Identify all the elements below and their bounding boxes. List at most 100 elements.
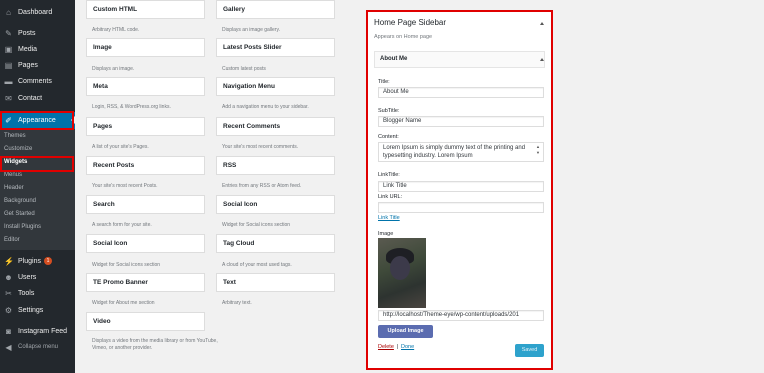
comment-icon: ▬ [4, 76, 13, 86]
widget-tile[interactable]: TE Promo Banner [86, 273, 205, 292]
active-arrow-icon [71, 116, 75, 124]
submenu-background[interactable]: Background [0, 195, 75, 207]
menu-pages[interactable]: ▤ Pages [0, 57, 75, 73]
widget-tile[interactable]: Recent Posts [86, 156, 205, 175]
menu-contact[interactable]: ✉ Contact [0, 90, 75, 106]
widget-tile[interactable]: Image [86, 38, 205, 57]
menu-label: Settings [18, 306, 44, 314]
widget-description: Displays a video from the media library … [92, 338, 218, 351]
widget-description: Your site's most recent comments. [222, 144, 299, 150]
menu-label: Users [18, 273, 37, 281]
widget-tile[interactable]: Search [86, 195, 205, 214]
menu-settings[interactable]: ⚙ Settings [0, 302, 75, 318]
widget-description: Your site's most recent Posts. [92, 183, 158, 189]
widget-tile[interactable]: Social Icon [86, 234, 205, 253]
link-title-preview[interactable]: Link Title [378, 215, 400, 221]
collapse-widget-icon[interactable] [540, 58, 544, 61]
instagram-icon: ◙ [6, 326, 11, 336]
update-count-badge: 1 [43, 257, 52, 265]
widget-description: Arbitrary HTML code. [92, 27, 140, 33]
widget-description: Add a navigation menu to your sidebar. [222, 104, 309, 110]
area-title[interactable]: Home Page Sidebar [374, 18, 446, 27]
linkurl-input[interactable] [378, 202, 544, 213]
submenu-install-plugins[interactable]: Install Plugins [0, 221, 75, 233]
plugin-icon: ⚡ [4, 256, 14, 266]
image-url-input[interactable]: http://localhost/Theme-eye/wp-content/up… [378, 310, 544, 321]
settings-icon: ⚙ [4, 305, 13, 315]
menu-label: Media [18, 45, 38, 53]
widget-tile[interactable]: Custom HTML [86, 0, 205, 19]
media-icon: ▣ [4, 44, 13, 54]
home-page-sidebar-area: Home Page Sidebar Appears on Home page A… [366, 10, 553, 370]
linktitle-input[interactable]: Link Title [378, 181, 544, 192]
menu-users[interactable]: ☻ Users [0, 269, 75, 285]
widget-tile[interactable]: Text [216, 273, 335, 292]
widget-description: Entries from any RSS or Atom feed. [222, 183, 302, 189]
menu-label: Comments [18, 77, 52, 85]
saved-button[interactable]: Saved [515, 344, 544, 357]
image-thumbnail [378, 238, 426, 308]
subtitle-input[interactable]: Blogger Name [378, 116, 544, 127]
widget-tile[interactable]: Social Icon [216, 195, 335, 214]
menu-plugins[interactable]: ⚡ Plugins 1 [0, 253, 75, 269]
collapse-icon: ◀ [5, 342, 12, 352]
appearance-submenu: Themes Customize Widgets Menus Header Ba… [0, 129, 75, 250]
menu-label: Pages [18, 61, 38, 69]
widget-tile[interactable]: Video [86, 312, 205, 331]
content-text: Lorem Ipsum is simply dummy text of the … [383, 145, 526, 159]
menu-label: Contact [18, 94, 43, 102]
mail-icon: ✉ [5, 93, 12, 103]
submenu-get-started[interactable]: Get Started [0, 208, 75, 220]
menu-tools[interactable]: ✂ Tools [0, 285, 75, 301]
widget-tile[interactable]: Gallery [216, 0, 335, 19]
menu-label: Tools [18, 289, 35, 297]
upload-image-button[interactable]: Upload Image [378, 325, 433, 338]
submenu-header[interactable]: Header [0, 182, 75, 194]
widget-tile[interactable]: Recent Comments [216, 117, 335, 136]
menu-label: Appearance [18, 117, 56, 124]
area-description: Appears on Home page [374, 34, 433, 40]
submenu-themes[interactable]: Themes [0, 130, 75, 142]
widget-tile[interactable]: Tag Cloud [216, 234, 335, 253]
image-label: Image [378, 231, 394, 237]
menu-posts[interactable]: ✎ Posts [0, 25, 75, 41]
done-link[interactable]: Done [401, 344, 414, 350]
widget-tile[interactable]: Navigation Menu [216, 77, 335, 96]
submenu-widgets[interactable]: Widgets [0, 156, 75, 168]
title-input[interactable]: About Me [378, 87, 544, 98]
delete-link[interactable]: Delete [378, 344, 394, 350]
menu-label: Dashboard [18, 8, 53, 16]
menu-instagram-feed[interactable]: ◙ Instagram Feed [0, 323, 75, 339]
widget-description: Displays an image gallery. [222, 27, 280, 33]
menu-appearance[interactable]: ✐ Appearance [0, 112, 75, 129]
menu-label: Collapse menu [18, 344, 59, 350]
menu-dashboard[interactable]: ⌂ Dashboard [0, 4, 75, 20]
submenu-customize[interactable]: Customize [0, 143, 75, 155]
widget-description: Arbitrary text. [222, 300, 252, 306]
menu-collapse[interactable]: ◀ Collapse menu [0, 339, 75, 355]
about-me-widget-header[interactable]: About Me [374, 51, 545, 68]
menu-media[interactable]: ▣ Media [0, 41, 75, 57]
pin-icon: ✎ [5, 28, 12, 38]
submenu-editor[interactable]: Editor [0, 234, 75, 246]
menu-label: Posts [18, 29, 36, 37]
textarea-scrollbar[interactable]: ▲ ▼ [535, 144, 541, 161]
widget-tile[interactable]: Pages [86, 117, 205, 136]
content-textarea[interactable]: Lorem Ipsum is simply dummy text of the … [378, 142, 544, 162]
submenu-menus[interactable]: Menus [0, 169, 75, 181]
widget-tile[interactable]: Latest Posts Slider [216, 38, 335, 57]
image-face-shape [390, 256, 410, 280]
widget-description: A search form for your site. [92, 222, 152, 228]
linktitle-label: LinkTitle: [378, 172, 400, 178]
widget-tile[interactable]: Meta [86, 77, 205, 96]
menu-label: Plugins [18, 257, 41, 265]
widget-tile[interactable]: RSS [216, 156, 335, 175]
widget-description: Login, RSS, & WordPress.org links. [92, 104, 171, 110]
menu-comments[interactable]: ▬ Comments [0, 73, 75, 89]
content-label: Content: [378, 134, 399, 140]
widget-description: Widget for Social icons section [92, 262, 161, 268]
widget-description: Widget for About me section [92, 300, 155, 306]
collapse-area-icon[interactable] [540, 22, 544, 25]
wrench-icon: ✂ [5, 288, 12, 298]
widget-title: About Me [380, 56, 408, 62]
